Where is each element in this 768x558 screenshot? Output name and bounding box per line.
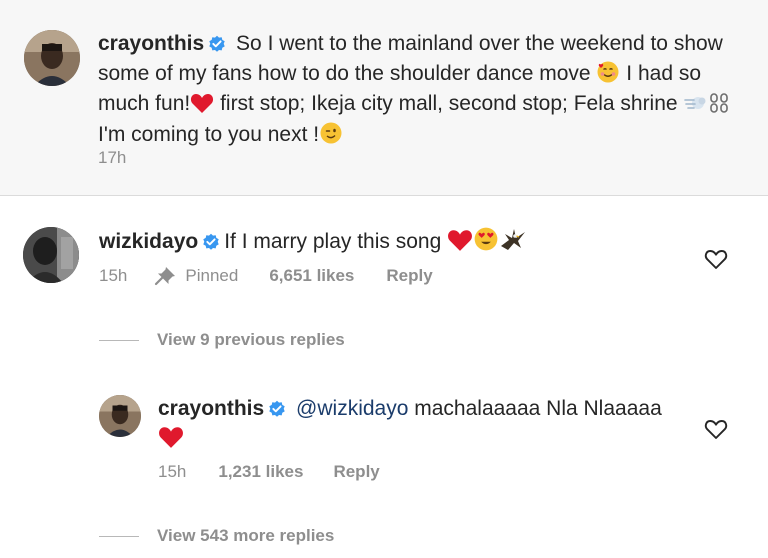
replies-divider xyxy=(99,339,139,341)
chains-icon xyxy=(707,92,731,121)
view-more-replies-label: View 543 more replies xyxy=(157,526,335,545)
red-heart-icon xyxy=(447,228,473,259)
comment-meta: 15h Pinned 6,651 likes Reply xyxy=(99,266,433,286)
comment-text: wizkidayo If I marry play this song xyxy=(99,226,699,259)
avatar-photo xyxy=(99,395,141,437)
reply-body: machalaaaaa Nla Nlaaaaa xyxy=(414,397,662,420)
reply-likes[interactable]: 1,231 likes xyxy=(218,462,303,482)
like-heart-icon[interactable] xyxy=(704,248,728,270)
view-previous-replies[interactable]: View 9 previous replies xyxy=(99,330,345,350)
avatar-photo xyxy=(23,227,79,283)
verified-badge-icon xyxy=(208,34,226,60)
caption-username[interactable]: crayonthis xyxy=(98,32,204,55)
comment-username[interactable]: wizkidayo xyxy=(99,230,198,253)
mention-link[interactable]: @wizkidayo xyxy=(296,397,408,420)
comment-likes[interactable]: 6,651 likes xyxy=(269,266,354,286)
avatar[interactable] xyxy=(23,227,79,283)
red-heart-icon xyxy=(190,92,214,121)
avatar-photo xyxy=(24,30,80,86)
comment-body: If I marry play this song xyxy=(224,230,442,253)
dash-icon xyxy=(683,92,707,121)
like-heart-icon[interactable] xyxy=(704,418,728,440)
caption-meta: 17h xyxy=(98,148,126,168)
view-more-replies[interactable]: View 543 more replies xyxy=(99,526,334,546)
view-previous-replies-label: View 9 previous replies xyxy=(157,330,345,349)
red-heart-icon xyxy=(158,425,184,456)
winking-face-icon xyxy=(319,121,343,152)
comment-timestamp[interactable]: 15h xyxy=(99,266,127,286)
verified-badge-icon xyxy=(268,399,286,425)
post-caption: crayonthis So I went to the mainland ove… xyxy=(0,0,768,196)
smiling-face-with-hearts-icon xyxy=(596,60,620,91)
reply-username[interactable]: crayonthis xyxy=(158,397,264,420)
replies-divider xyxy=(99,535,139,537)
caption-text: crayonthis So I went to the mainland ove… xyxy=(98,31,748,152)
eagle-icon xyxy=(499,226,527,259)
reply-text: crayonthis @wizkidayo machalaaaaa Nla Nl… xyxy=(158,396,678,456)
reply-button[interactable]: Reply xyxy=(333,462,379,482)
reply-button[interactable]: Reply xyxy=(386,266,432,286)
pin-icon xyxy=(154,266,176,286)
reply-timestamp[interactable]: 15h xyxy=(158,462,186,482)
caption-timestamp[interactable]: 17h xyxy=(98,148,126,168)
pinned-label: Pinned xyxy=(185,266,239,285)
reply-meta: 15h 1,231 likes Reply xyxy=(158,462,380,482)
verified-badge-icon xyxy=(202,232,220,258)
caption-text-part3: first stop; Ikeja city mall, second stop… xyxy=(220,92,678,115)
avatar[interactable] xyxy=(99,395,141,437)
avatar[interactable] xyxy=(24,30,80,86)
comments-thread: crayonthis So I went to the mainland ove… xyxy=(0,0,768,558)
heart-eyes-icon xyxy=(473,226,499,259)
caption-text-part4: I'm coming to you next ! xyxy=(98,123,320,146)
